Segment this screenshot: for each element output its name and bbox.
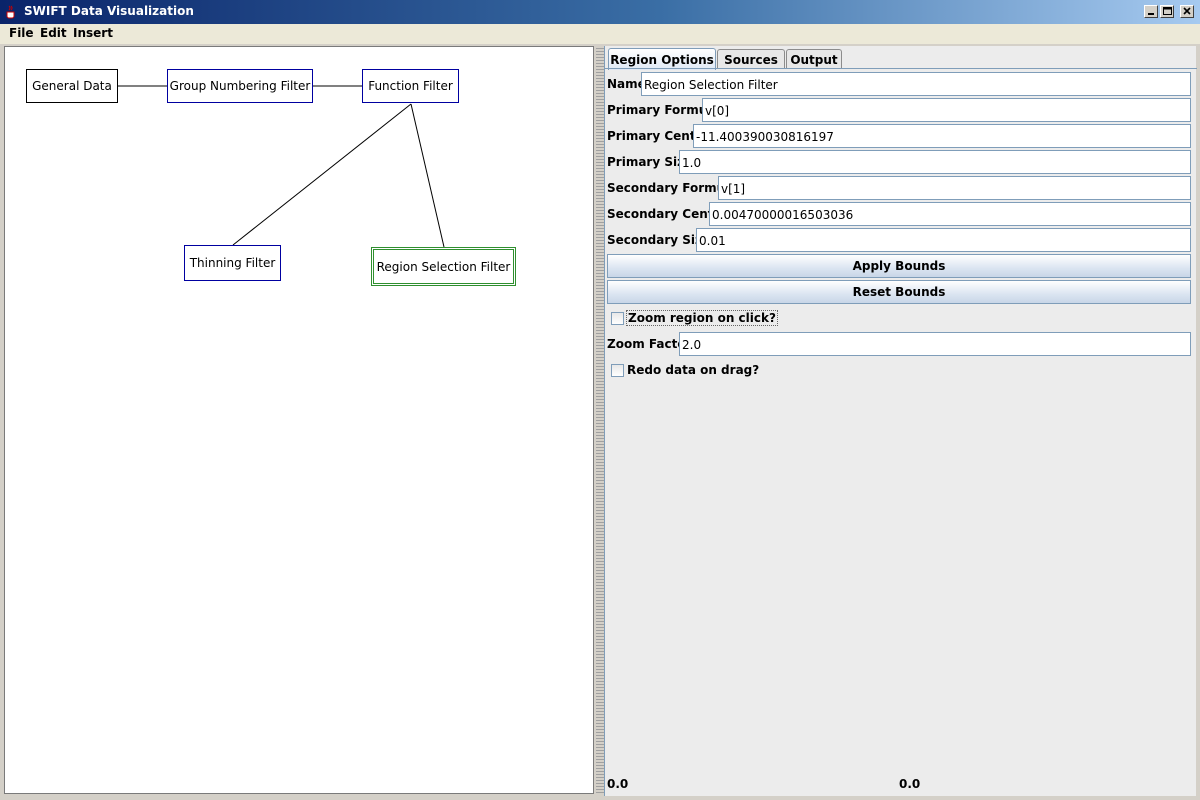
properties-panel: Region Options Sources Output Name Regio… [604, 46, 1197, 796]
menu-insert[interactable]: Insert [73, 26, 113, 40]
name-input[interactable]: Region Selection Filter [641, 72, 1191, 96]
maximize-button[interactable] [1160, 5, 1174, 18]
node-thinning-filter[interactable]: Thinning Filter [184, 245, 281, 281]
primary-formula-input[interactable]: v[0] [702, 98, 1191, 122]
filter-graph-canvas[interactable]: General Data Group Numbering Filter Func… [4, 46, 594, 794]
node-general-data[interactable]: General Data [26, 69, 118, 103]
graph-connections [118, 85, 445, 248]
node-region-selection-filter[interactable]: Region Selection Filter [371, 247, 516, 286]
primary-size-input[interactable]: 1.0 [679, 150, 1191, 174]
coordinate-x-readout: 0.0 [607, 777, 629, 791]
primary-center-input[interactable]: -11.400390030816197 [693, 124, 1191, 148]
zoom-factor-input[interactable]: 2.0 [679, 332, 1191, 356]
maximize-icon [1163, 7, 1172, 15]
field-secondary-center: Secondary Center 0.00470000016503036 [607, 202, 1191, 226]
field-secondary-size: Secondary Size 0.01 [607, 228, 1191, 252]
field-label: Secondary Size [607, 233, 711, 247]
window-title: SWIFT Data Visualization [24, 4, 194, 18]
edge-function-region [410, 103, 445, 248]
zoom-on-click-label: Zoom region on click? [626, 310, 778, 326]
menu-file[interactable]: File [9, 26, 34, 40]
close-icon [1183, 7, 1191, 15]
apply-bounds-button[interactable]: Apply Bounds [607, 254, 1191, 278]
field-primary-size: Primary Size 1.0 [607, 150, 1191, 174]
tab-divider [605, 68, 1197, 69]
zoom-on-click-option[interactable]: Zoom region on click? [611, 310, 811, 328]
split-pane-divider[interactable] [596, 46, 604, 794]
field-primary-center: Primary Center -11.400390030816197 [607, 124, 1191, 148]
field-zoom-factor: Zoom Factor 2.0 [607, 332, 1191, 356]
field-primary-formula: Primary Formula v[0] [607, 98, 1191, 122]
redo-on-drag-checkbox[interactable] [611, 364, 624, 377]
tab-output[interactable]: Output [786, 49, 842, 69]
menu-edit[interactable]: Edit [40, 26, 67, 40]
node-label: Function Filter [368, 79, 453, 93]
edge-function-thinning [232, 103, 412, 246]
redo-on-drag-label: Redo data on drag? [627, 363, 760, 377]
reset-bounds-button[interactable]: Reset Bounds [607, 280, 1191, 304]
node-label: Thinning Filter [189, 256, 276, 270]
close-button[interactable] [1180, 5, 1194, 18]
node-function-filter[interactable]: Function Filter [362, 69, 459, 103]
tab-sources[interactable]: Sources [717, 49, 785, 69]
zoom-on-click-checkbox[interactable] [611, 312, 624, 325]
field-secondary-formula: Secondary Formula v[1] [607, 176, 1191, 200]
coordinate-y-readout: 0.0 [899, 777, 921, 791]
field-name: Name Region Selection Filter [607, 72, 1191, 96]
tab-region-options[interactable]: Region Options [608, 48, 716, 70]
secondary-formula-input[interactable]: v[1] [718, 176, 1191, 200]
window-titlebar[interactable]: SWIFT Data Visualization [0, 0, 1200, 24]
secondary-size-input[interactable]: 0.01 [696, 228, 1191, 252]
secondary-center-input[interactable]: 0.00470000016503036 [709, 202, 1191, 226]
minimize-icon [1148, 13, 1154, 15]
menubar: File Edit Insert [0, 24, 1200, 44]
field-label: Name [607, 77, 646, 91]
redo-on-drag-option[interactable]: Redo data on drag? [611, 362, 811, 380]
node-label: General Data [32, 79, 112, 93]
java-cup-icon [6, 5, 15, 19]
minimize-button[interactable] [1144, 5, 1158, 18]
node-label: Region Selection Filter [376, 259, 511, 274]
node-label: Group Numbering Filter [169, 79, 311, 93]
node-group-numbering-filter[interactable]: Group Numbering Filter [167, 69, 313, 103]
